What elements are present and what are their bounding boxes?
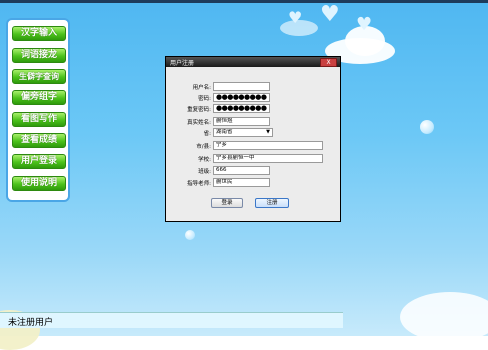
username-label: 用户名: — [192, 85, 211, 91]
login-status-text: 未注册用户 — [8, 318, 54, 328]
confirm-password-label: 重复密码: — [187, 107, 211, 113]
heart-decoration: ♥ — [320, 2, 340, 27]
window-top-edge — [0, 0, 488, 3]
real-name-field[interactable]: 蒯恒煜 — [213, 117, 270, 126]
password-field[interactable]: ●●●●●●●●● — [213, 93, 270, 102]
sidebar-item-hanzi-input[interactable]: 汉字输入 — [12, 26, 66, 41]
chevron-down-icon[interactable]: ▼ — [266, 129, 270, 136]
username-row: 用户名: — [166, 82, 342, 92]
sidebar-item-instructions[interactable]: 使用说明 — [12, 176, 66, 191]
school-row: 学校: 宁乡县蒯恒一中 — [166, 154, 342, 164]
sidebar-item-rare-char-search[interactable]: 生僻字查询 — [12, 69, 66, 84]
sidebar-item-view-scores[interactable]: 查看成绩 — [12, 133, 66, 148]
school-label: 学校: — [198, 157, 211, 163]
province-value: 湖南省 — [216, 129, 233, 135]
real-name-row: 真实姓名: 蒯恒煜 — [166, 117, 342, 127]
username-field[interactable] — [213, 82, 270, 91]
close-icon[interactable]: X — [320, 58, 337, 67]
sidebar-item-user-login[interactable]: 用户登录 — [12, 154, 66, 169]
confirm-password-field[interactable]: ●●●●●●●●● — [213, 104, 270, 113]
register-dialog: 用户注册 X 用户名: 密码: ●●●●●●●●● 重复密码: ●●●●●●●●… — [165, 56, 341, 222]
class-field[interactable]: 666 — [213, 166, 270, 175]
sidebar-item-word-chain[interactable]: 词语接龙 — [12, 48, 66, 63]
teacher-row: 指导老师: 蒯世民 — [166, 178, 342, 188]
status-bar: 未注册用户 — [0, 312, 343, 328]
school-field[interactable]: 宁乡县蒯恒一中 — [213, 154, 323, 163]
sidebar-menu: 汉字输入 词语接龙 生僻字查询 偏旁组字 看图写作 查看成绩 用户登录 使用说明 — [6, 18, 70, 202]
sidebar-item-radical-compose[interactable]: 偏旁组字 — [12, 90, 66, 105]
login-button[interactable]: 登录 — [211, 198, 243, 208]
password-label: 密码: — [198, 96, 211, 102]
heart-decoration: ♥ — [356, 14, 373, 35]
class-label: 班级: — [198, 169, 211, 175]
heart-decoration: ♥ — [288, 8, 303, 27]
dialog-title: 用户注册 — [170, 60, 195, 67]
password-row: 密码: ●●●●●●●●● — [166, 93, 342, 103]
city-label: 市/县: — [196, 144, 211, 150]
teacher-label: 指导老师: — [187, 181, 211, 187]
sidebar-item-picture-writing[interactable]: 看图写作 — [12, 112, 66, 127]
real-name-label: 真实姓名: — [187, 120, 211, 126]
bubble-decoration — [420, 120, 434, 134]
confirm-password-row: 重复密码: ●●●●●●●●● — [166, 104, 342, 114]
province-label: 省: — [203, 131, 211, 137]
class-row: 班级: 666 — [166, 166, 342, 176]
city-row: 市/县: 宁乡 — [166, 141, 342, 151]
province-select[interactable]: 湖南省 ▼ — [213, 128, 273, 137]
teacher-field[interactable]: 蒯世民 — [213, 178, 270, 187]
dialog-titlebar[interactable]: 用户注册 X — [166, 57, 340, 67]
province-row: 省: 湖南省 ▼ — [166, 128, 342, 138]
register-button[interactable]: 注册 — [255, 198, 289, 208]
city-field[interactable]: 宁乡 — [213, 141, 323, 150]
bubble-decoration — [185, 230, 195, 240]
